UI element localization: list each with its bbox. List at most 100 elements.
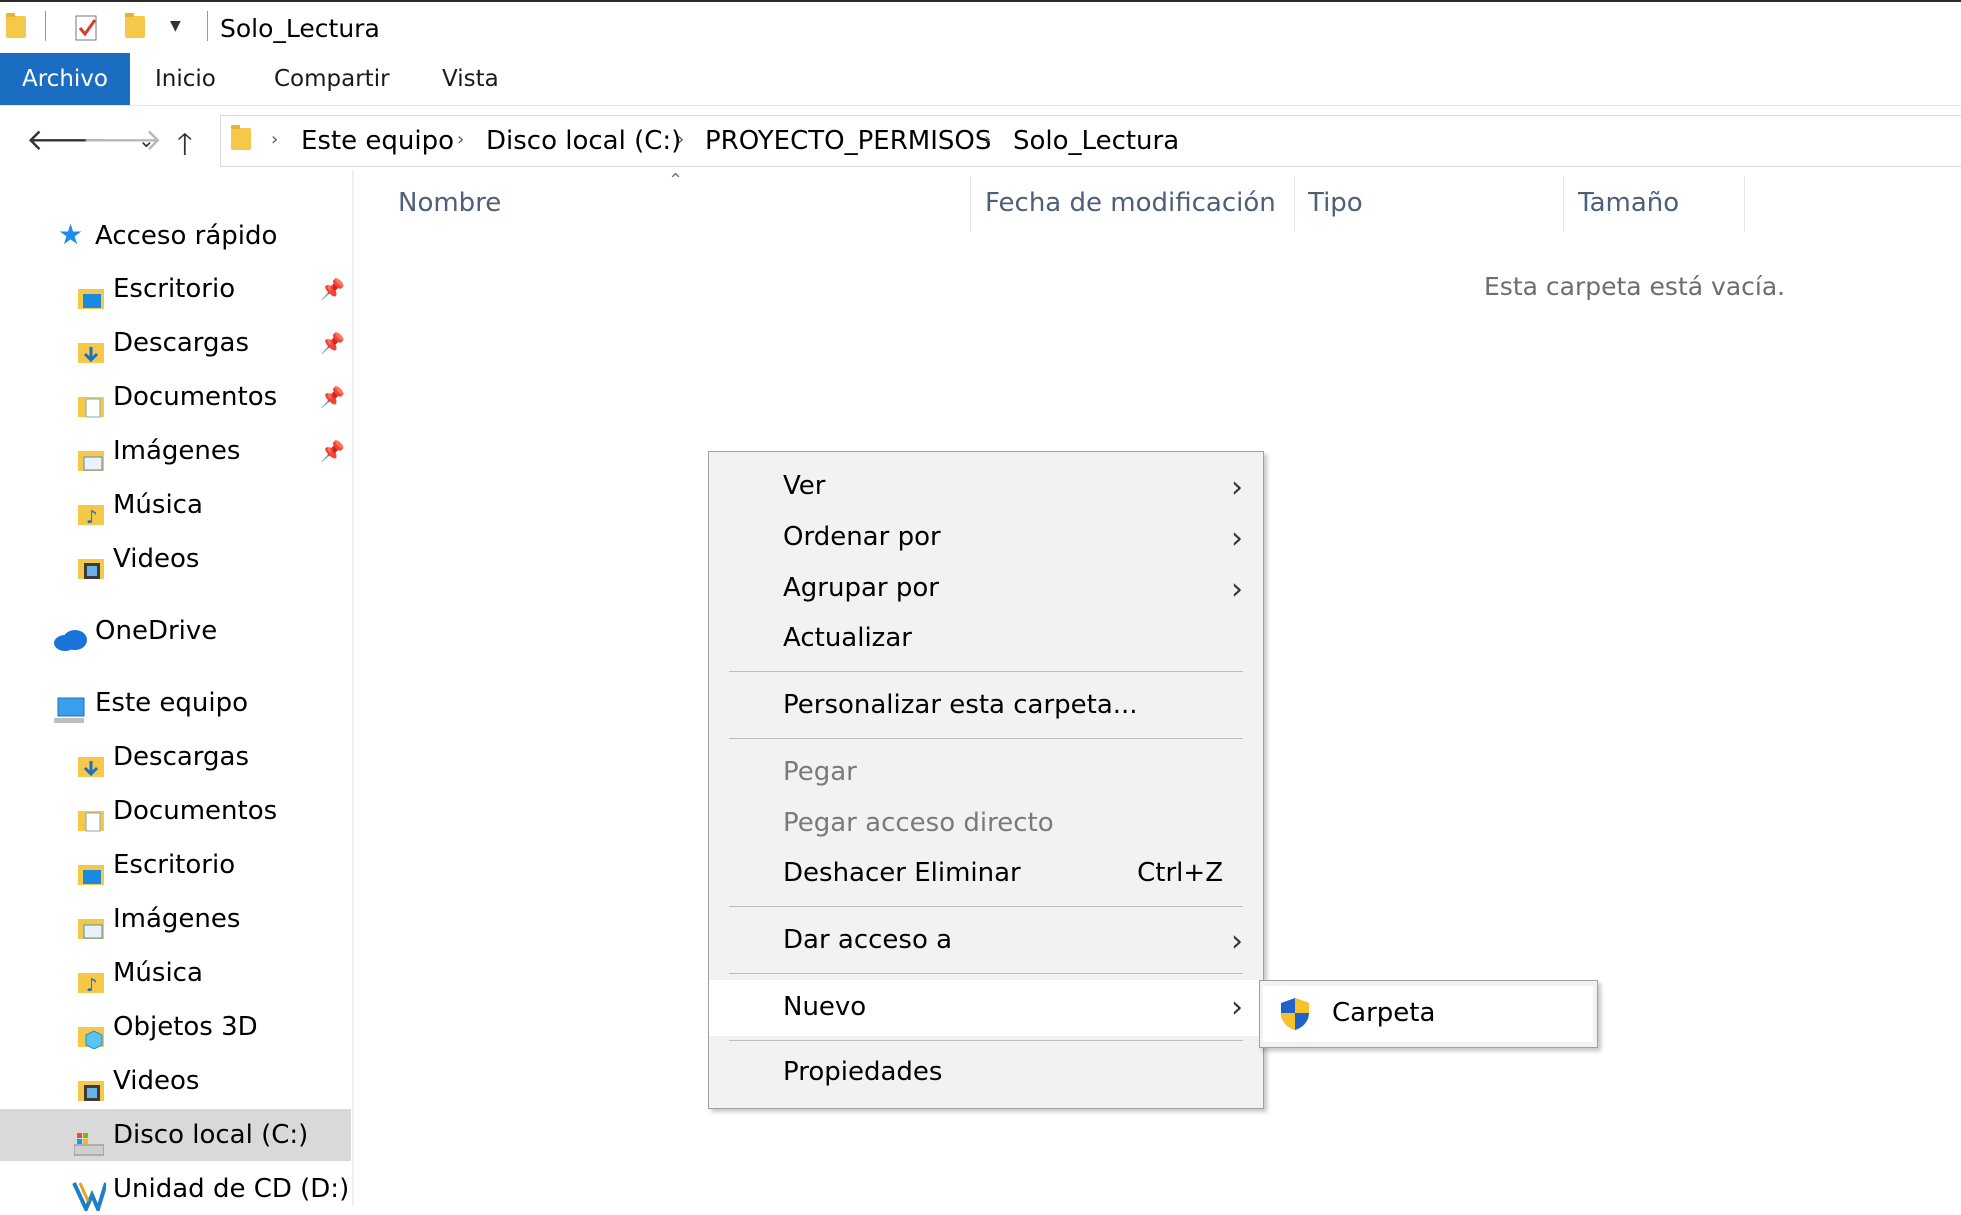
desktop-folder-icon bbox=[78, 853, 104, 885]
menu-separator bbox=[729, 1040, 1243, 1041]
sidebar-item-pc-escritorio[interactable]: Escritorio bbox=[0, 839, 352, 891]
sidebar-item-documentos[interactable]: Documentos 📌 bbox=[0, 371, 352, 423]
tab-compartir[interactable]: Compartir bbox=[274, 53, 390, 105]
sidebar-item-pc-musica[interactable]: ♪ Música bbox=[0, 947, 352, 999]
chevron-right-icon[interactable]: › bbox=[677, 129, 684, 150]
sidebar-item-pc-videos[interactable]: Videos bbox=[0, 1055, 352, 1107]
column-header-name[interactable]: Nombre bbox=[398, 188, 501, 218]
sidebar-item-label: OneDrive bbox=[95, 616, 218, 646]
sidebar-item-este-equipo[interactable]: Este equipo bbox=[0, 677, 352, 729]
shortcut-label: Ctrl+Z bbox=[1137, 858, 1223, 888]
empty-folder-message: Esta carpeta está vacía. bbox=[1484, 272, 1786, 301]
shield-icon bbox=[1279, 997, 1311, 1035]
chevron-right-icon[interactable]: › bbox=[984, 129, 991, 150]
sidebar-item-label: Imágenes bbox=[113, 436, 241, 466]
documents-folder-icon bbox=[78, 799, 104, 832]
sidebar-item-label: Documentos bbox=[113, 796, 278, 826]
sidebar-item-label: Escritorio bbox=[113, 274, 236, 304]
pin-icon[interactable]: 📌 bbox=[320, 425, 345, 477]
menu-item-label: Deshacer Eliminar bbox=[783, 858, 1021, 888]
cd-drive-icon bbox=[72, 1177, 108, 1215]
column-header-type[interactable]: Tipo bbox=[1308, 188, 1363, 218]
menu-item-label: Ver bbox=[783, 471, 826, 501]
sidebar-item-pc-documentos[interactable]: Documentos bbox=[0, 785, 352, 837]
title-bar: ▼ Solo_Lectura bbox=[0, 0, 1961, 44]
sidebar-item-label: Imágenes bbox=[113, 904, 241, 934]
menu-separator bbox=[729, 671, 1243, 672]
sidebar-item-pc-descargas[interactable]: Descargas bbox=[0, 731, 352, 783]
desktop-folder-icon bbox=[78, 277, 104, 309]
up-button[interactable]: 🡑 bbox=[177, 122, 193, 173]
window-title: Solo_Lectura bbox=[220, 14, 380, 43]
menu-item-nuevo[interactable]: Nuevo › bbox=[709, 980, 1263, 1036]
menu-item-actualizar[interactable]: Actualizar bbox=[709, 614, 1263, 664]
sidebar-item-pc-objetos-3d[interactable]: Objetos 3D bbox=[0, 1001, 352, 1053]
chevron-right-icon: › bbox=[1231, 990, 1243, 1025]
sidebar-item-label: Unidad de CD (D:) V bbox=[113, 1174, 352, 1204]
menu-item-label: Actualizar bbox=[783, 623, 912, 653]
menu-item-ordenar-por[interactable]: Ordenar por › bbox=[709, 513, 1263, 563]
tab-vista[interactable]: Vista bbox=[442, 53, 499, 105]
sidebar-item-musica[interactable]: ♪ Música bbox=[0, 479, 352, 531]
new-submenu: Carpeta bbox=[1259, 980, 1598, 1048]
sidebar-item-escritorio[interactable]: Escritorio 📌 bbox=[0, 263, 352, 315]
sidebar-item-imagenes[interactable]: Imágenes 📌 bbox=[0, 425, 352, 477]
properties-icon[interactable] bbox=[75, 14, 101, 46]
sidebar-item-label: Disco local (C:) bbox=[113, 1120, 309, 1150]
pane-divider[interactable] bbox=[352, 170, 354, 1206]
svg-text:♪: ♪ bbox=[86, 975, 98, 995]
chevron-right-icon: › bbox=[1231, 521, 1243, 556]
breadcrumb-proyecto-permisos[interactable]: PROYECTO_PERMISOS bbox=[705, 126, 991, 156]
column-divider[interactable] bbox=[1294, 176, 1295, 232]
customize-toolbar-icon[interactable]: ▼ bbox=[170, 18, 181, 34]
tab-inicio[interactable]: Inicio bbox=[155, 53, 216, 105]
pin-icon[interactable]: 📌 bbox=[320, 317, 345, 369]
column-header-date[interactable]: Fecha de modificación bbox=[985, 188, 1276, 218]
sidebar-item-pc-imagenes[interactable]: Imágenes bbox=[0, 893, 352, 945]
pin-icon[interactable]: 📌 bbox=[320, 263, 345, 315]
menu-item-dar-acceso[interactable]: Dar acceso a › bbox=[709, 916, 1263, 966]
menu-item-carpeta[interactable]: Carpeta bbox=[1263, 986, 1593, 1042]
breadcrumb-este-equipo[interactable]: Este equipo bbox=[301, 126, 454, 156]
column-divider[interactable] bbox=[970, 176, 971, 232]
column-divider[interactable] bbox=[1563, 176, 1564, 232]
sidebar-item-onedrive[interactable]: OneDrive bbox=[0, 605, 352, 657]
tab-archivo[interactable]: Archivo bbox=[0, 53, 130, 105]
sidebar-item-label: Música bbox=[113, 958, 203, 988]
sidebar-item-videos[interactable]: Videos bbox=[0, 533, 352, 585]
chevron-right-icon: › bbox=[1231, 572, 1243, 607]
menu-item-pegar[interactable]: Pegar bbox=[709, 748, 1263, 798]
chevron-right-icon: › bbox=[1231, 470, 1243, 505]
pictures-folder-icon bbox=[78, 439, 104, 471]
menu-item-ver[interactable]: Ver › bbox=[709, 462, 1263, 512]
address-bar[interactable]: › Este equipo › Disco local (C:) › PROYE… bbox=[220, 115, 1961, 167]
column-divider[interactable] bbox=[1744, 176, 1745, 232]
menu-item-propiedades[interactable]: Propiedades bbox=[709, 1048, 1263, 1098]
sidebar-item-unidad-cd[interactable]: Unidad de CD (D:) V bbox=[0, 1163, 352, 1215]
chevron-right-icon[interactable]: › bbox=[271, 129, 278, 150]
menu-item-personalizar[interactable]: Personalizar esta carpeta... bbox=[709, 681, 1263, 731]
pin-icon[interactable]: 📌 bbox=[320, 371, 345, 423]
menu-item-agrupar-por[interactable]: Agrupar por › bbox=[709, 564, 1263, 614]
column-header-size[interactable]: Tamaño bbox=[1578, 188, 1679, 218]
recent-locations-chevron-icon[interactable]: ⌄ bbox=[138, 128, 155, 152]
folder-icon bbox=[231, 125, 251, 150]
menu-item-deshacer-eliminar[interactable]: Deshacer Eliminar Ctrl+Z bbox=[709, 849, 1263, 899]
computer-icon bbox=[54, 691, 85, 723]
sidebar-item-descargas[interactable]: Descargas 📌 bbox=[0, 317, 352, 369]
sidebar-item-label: Música bbox=[113, 490, 203, 520]
breadcrumb-disco-local[interactable]: Disco local (C:) bbox=[486, 126, 681, 156]
sidebar-item-acceso-rapido[interactable]: ★ Acceso rápido bbox=[0, 210, 352, 262]
menu-item-label: Agrupar por bbox=[783, 573, 939, 603]
pictures-folder-icon bbox=[78, 907, 104, 939]
menu-item-label: Ordenar por bbox=[783, 522, 941, 552]
chevron-right-icon: › bbox=[1231, 924, 1243, 959]
menu-item-label: Carpeta bbox=[1332, 998, 1436, 1028]
cloud-icon bbox=[53, 619, 87, 651]
breadcrumb-solo-lectura[interactable]: Solo_Lectura bbox=[1013, 126, 1179, 156]
new-folder-icon[interactable] bbox=[125, 13, 145, 38]
chevron-right-icon[interactable]: › bbox=[457, 129, 464, 150]
menu-item-pegar-acceso-directo[interactable]: Pegar acceso directo bbox=[709, 799, 1263, 849]
downloads-folder-icon bbox=[78, 331, 104, 363]
sidebar-item-disco-local[interactable]: Disco local (C:) bbox=[0, 1109, 351, 1161]
